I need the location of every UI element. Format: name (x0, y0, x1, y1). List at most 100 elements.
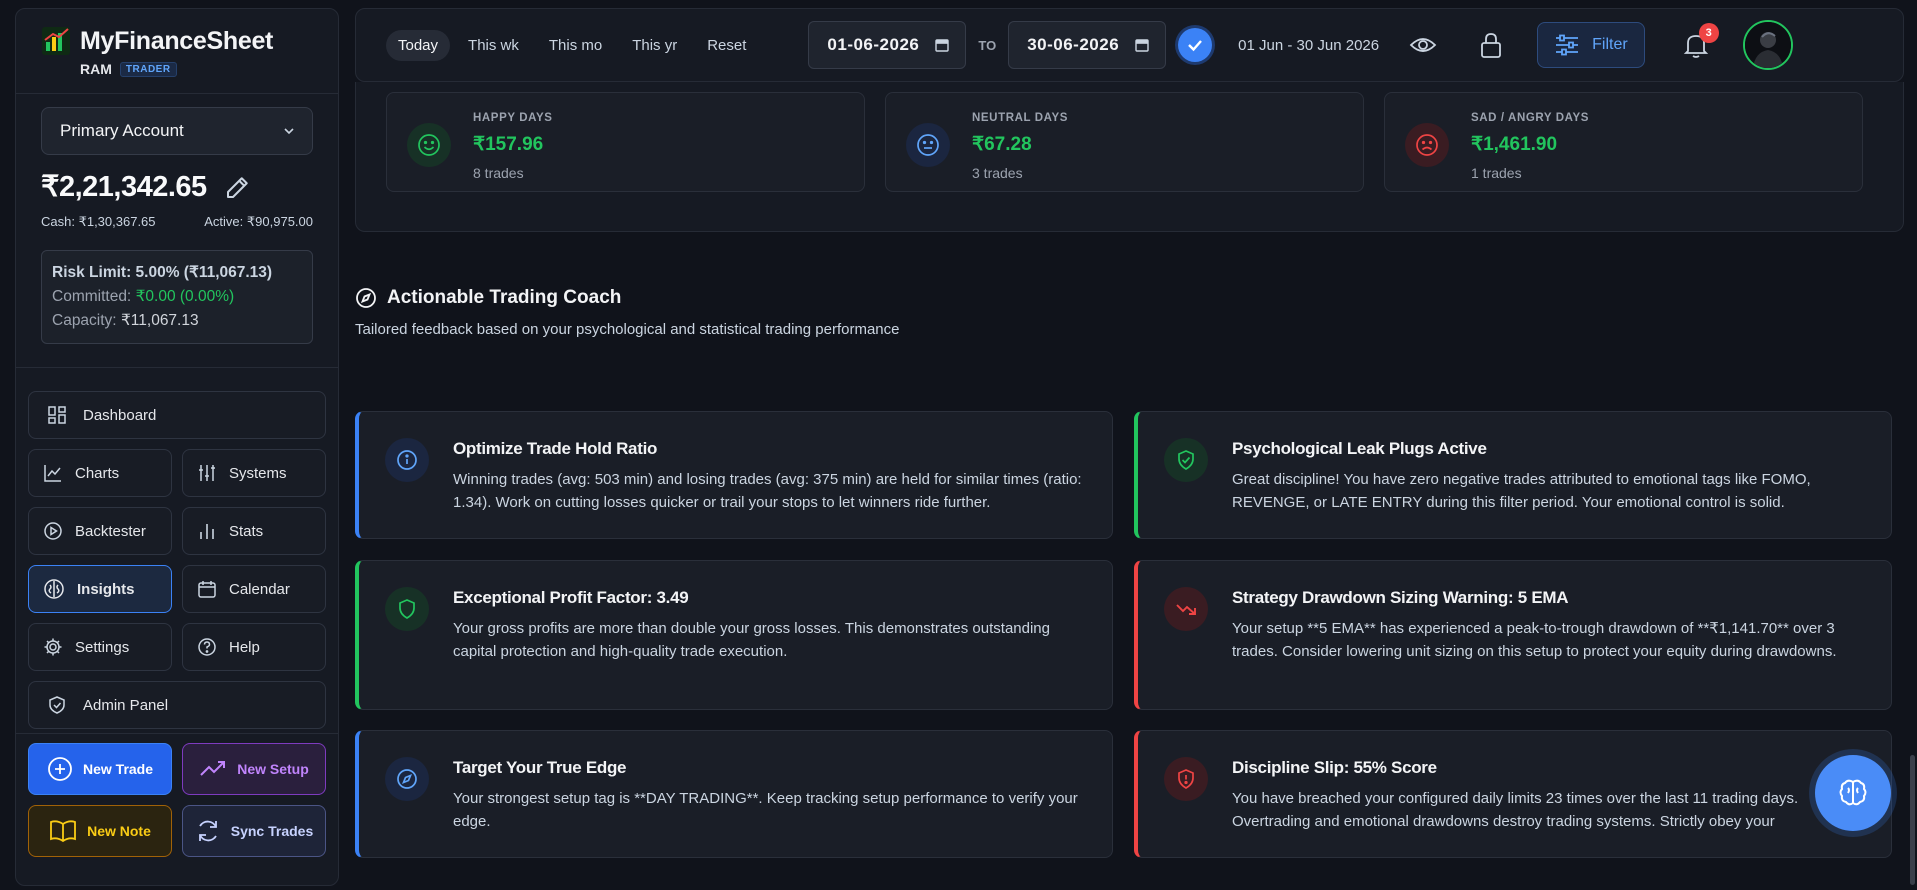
mood-summary-panel: HAPPY DAYS ₹157.96 8 trades NEUTRAL DAYS… (355, 82, 1904, 232)
eye-icon[interactable] (1409, 35, 1437, 55)
brand: MyFinanceSheet (16, 9, 338, 57)
avatar[interactable] (1742, 20, 1793, 70)
coach-tip-card: Exceptional Profit Factor: 3.49 Your gro… (355, 560, 1113, 710)
coach-tip-card: Psychological Leak Plugs Active Great di… (1134, 411, 1892, 539)
shield-check-icon (1164, 438, 1208, 482)
mood-count: 1 trades (1471, 165, 1522, 181)
gear-icon (44, 638, 62, 656)
coach-subtitle: Tailored feedback based on your psycholo… (355, 321, 900, 338)
nav-charts[interactable]: Charts (28, 449, 172, 497)
calendar-icon[interactable] (935, 38, 950, 52)
new-trade-button[interactable]: New Trade (28, 743, 172, 795)
check-icon (1188, 40, 1203, 52)
nav-label: Help (229, 638, 260, 656)
account-balance: ₹2,21,342.65 (41, 171, 207, 203)
shield-alert-icon (1164, 757, 1208, 801)
new-note-label: New Note (87, 823, 151, 839)
coach-tip-card: Target Your True Edge Your strongest set… (355, 730, 1113, 858)
mood-card-neutral: NEUTRAL DAYS ₹67.28 3 trades (885, 92, 1364, 192)
calendar-icon[interactable] (1135, 38, 1149, 52)
trending-down-icon (1164, 587, 1208, 631)
filter-label: Filter (1592, 36, 1628, 53)
mood-card-happy: HAPPY DAYS ₹157.96 8 trades (386, 92, 865, 192)
lock-icon[interactable] (1479, 31, 1503, 59)
nav-help[interactable]: Help (182, 623, 326, 671)
compass-icon (385, 757, 429, 801)
divider (16, 93, 338, 94)
coach-title: Actionable Trading Coach (355, 287, 621, 309)
range-week-button[interactable]: This wk (456, 30, 531, 61)
nav-systems[interactable]: Systems (182, 449, 326, 497)
nav-backtester[interactable]: Backtester (28, 507, 172, 555)
divider (16, 733, 338, 734)
coach-title-text: Actionable Trading Coach (387, 287, 622, 308)
brain-icon (1839, 779, 1867, 806)
apply-date-button[interactable] (1178, 28, 1213, 62)
mood-card-sad: SAD / ANGRY DAYS ₹1,461.90 1 trades (1384, 92, 1863, 192)
mood-value: ₹1,461.90 (1471, 134, 1558, 155)
role-badge: TRADER (119, 61, 177, 77)
new-setup-button[interactable]: New Setup (182, 743, 326, 795)
grid-icon (48, 406, 66, 424)
nav-insights[interactable]: Insights (28, 565, 172, 613)
nav-stats[interactable]: Stats (182, 507, 326, 555)
chevron-down-icon (284, 128, 294, 135)
ai-assistant-button[interactable] (1815, 755, 1891, 831)
new-trade-label: New Trade (82, 761, 154, 777)
to-date-input[interactable]: 30-06-2026 (1008, 21, 1167, 69)
range-reset-button[interactable]: Reset (695, 30, 758, 61)
nav-label: Insights (77, 580, 135, 598)
nav-label: Admin Panel (83, 696, 169, 714)
nav-label: Charts (75, 464, 120, 482)
tip-title: Discipline Slip: 55% Score (1232, 758, 1437, 777)
sidebar: MyFinanceSheet RAM TRADER Primary Accoun… (15, 8, 339, 886)
mood-label: HAPPY DAYS (473, 112, 553, 124)
nav-label: Systems (229, 464, 287, 482)
from-date-value: 01-06-2026 (827, 35, 920, 54)
brand-name: MyFinanceSheet (80, 26, 274, 55)
shield-icon (385, 587, 429, 631)
tip-body: Winning trades (avg: 503 min) and losing… (453, 471, 1082, 511)
new-note-button[interactable]: New Note (28, 805, 172, 857)
range-today-button[interactable]: Today (386, 29, 451, 61)
tip-body: Your setup **5 EMA** has experienced a p… (1232, 620, 1837, 660)
capacity-label: Capacity: (52, 312, 117, 329)
smile-icon (407, 123, 451, 167)
nav-settings[interactable]: Settings (28, 623, 172, 671)
from-date-input[interactable]: 01-06-2026 (808, 21, 967, 69)
coach-tip-card: Optimize Trade Hold Ratio Winning trades… (355, 411, 1113, 539)
tip-title: Target Your True Edge (453, 758, 627, 777)
nav-dashboard[interactable]: Dashboard (28, 391, 326, 439)
scrollbar[interactable] (1910, 755, 1915, 885)
filter-button[interactable]: Filter (1537, 22, 1645, 68)
user-name: RAM (80, 61, 112, 77)
nav-admin-panel[interactable]: Admin Panel (28, 681, 326, 729)
sync-trades-button[interactable]: Sync Trades (182, 805, 326, 857)
range-month-button[interactable]: This mo (537, 30, 614, 61)
refresh-icon (198, 820, 217, 842)
range-year-button[interactable]: This yr (620, 30, 689, 61)
tip-title: Psychological Leak Plugs Active (1232, 439, 1487, 458)
help-circle-icon (198, 638, 216, 656)
neutral-face-icon (906, 123, 950, 167)
calendar-icon (198, 581, 216, 598)
bar-chart-icon (200, 524, 214, 539)
tip-title: Exceptional Profit Factor: 3.49 (453, 588, 689, 607)
notification-badge: 3 (1698, 23, 1719, 43)
mood-label: SAD / ANGRY DAYS (1471, 112, 1590, 124)
risk-limit: Risk Limit: 5.00% (₹11,067.13) (52, 264, 273, 281)
account-select[interactable]: Primary Account (41, 107, 313, 155)
tip-title: Strategy Drawdown Sizing Warning: 5 EMA (1232, 588, 1569, 607)
new-setup-label: New Setup (237, 761, 309, 777)
nav-label: Dashboard (83, 406, 157, 424)
bell-icon[interactable]: 3 (1683, 23, 1719, 59)
trending-up-icon (200, 761, 226, 776)
nav-calendar[interactable]: Calendar (182, 565, 326, 613)
selected-range-text: 01 Jun - 30 Jun 2026 (1238, 36, 1380, 54)
account-select-value: Primary Account (60, 121, 184, 140)
compass-icon (356, 288, 376, 308)
mood-value: ₹157.96 (473, 134, 544, 155)
to-date-value: 30-06-2026 (1027, 35, 1120, 54)
coach-tip-card: Strategy Drawdown Sizing Warning: 5 EMA … (1134, 560, 1892, 710)
pencil-icon[interactable] (223, 172, 253, 202)
